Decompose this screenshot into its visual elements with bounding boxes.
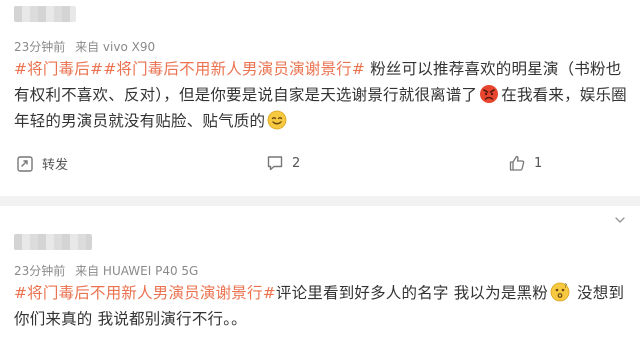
comment-count: 2: [292, 155, 301, 171]
post-card: 23分钟前 来自 vivo X90 #将门毒后##将门毒后不用新人男演员演谢景行…: [0, 0, 640, 196]
post-source: 来自 vivo X90: [75, 40, 156, 54]
hashtag-link[interactable]: #将门毒后#: [14, 60, 103, 78]
post-meta: 23分钟前 来自 HUAWEI P40 5G: [14, 262, 198, 279]
post-content: #将门毒后不用新人男演员演谢景行#评论里看到好多人的名字 我以为是黑粉 ? 没想…: [14, 280, 628, 332]
post-text: 评论里看到好多人的名字 我以为是黑粉: [275, 284, 548, 302]
angry-face-emoji: [480, 85, 499, 103]
post-separator: [0, 196, 640, 206]
hashtag-link[interactable]: #将门毒后不用新人男演员演谢景行#: [14, 284, 276, 302]
post-card: 23分钟前 来自 HUAWEI P40 5G #将门毒后不用新人男演员演谢景行#…: [0, 206, 640, 354]
chevron-down-icon[interactable]: [614, 214, 626, 226]
thinking-face-emoji: ?: [550, 282, 570, 302]
post-meta: 23分钟前 来自 vivo X90: [14, 38, 155, 55]
post-content: #将门毒后##将门毒后不用新人男演员演谢景行# 粉丝可以推荐喜欢的明星演（书粉也…: [14, 56, 628, 134]
svg-text:?: ?: [564, 283, 567, 290]
like-count: 1: [534, 155, 543, 171]
post-actions: 转发 2 1: [0, 154, 640, 178]
like-button[interactable]: 1: [508, 154, 542, 172]
comment-button[interactable]: 2: [266, 154, 300, 172]
repost-label: 转发: [42, 158, 69, 173]
post-time: 23分钟前: [14, 40, 66, 54]
repost-button[interactable]: 转发: [16, 154, 68, 173]
hashtag-link[interactable]: #将门毒后不用新人男演员演谢景行#: [103, 60, 365, 78]
repost-icon: [17, 155, 33, 172]
comment-icon: [267, 156, 283, 171]
thumbs-up-icon: [509, 155, 525, 171]
post-time: 23分钟前: [14, 264, 66, 278]
post-source: 来自 HUAWEI P40 5G: [75, 264, 199, 278]
smile-face-emoji: [267, 110, 287, 130]
username-blurred[interactable]: [14, 6, 76, 22]
username-blurred[interactable]: [14, 234, 92, 250]
